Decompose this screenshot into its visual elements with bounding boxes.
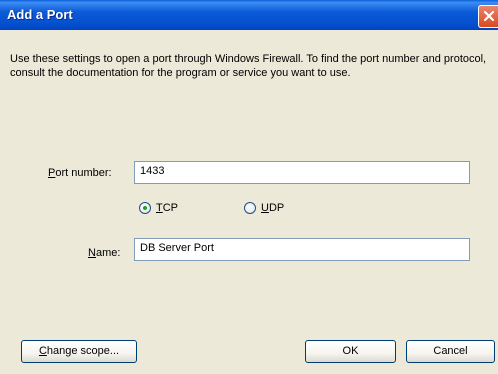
close-icon bbox=[483, 10, 495, 22]
radio-selected-dot bbox=[143, 206, 147, 210]
add-port-dialog: Add a Port Use these settings to open a … bbox=[0, 0, 498, 374]
ok-button[interactable]: OK bbox=[305, 340, 396, 363]
port-number-label: Port number: bbox=[48, 167, 112, 179]
title-bar[interactable]: Add a Port bbox=[0, 0, 498, 30]
tcp-label: TCP bbox=[156, 202, 179, 214]
udp-radio[interactable]: UDP bbox=[244, 202, 284, 214]
change-scope-button[interactable]: Change scope... bbox=[21, 340, 137, 363]
name-input[interactable]: DB Server Port bbox=[134, 238, 470, 261]
tcp-radio-button[interactable] bbox=[139, 202, 151, 214]
dialog-title: Add a Port bbox=[7, 7, 73, 22]
port-number-input[interactable]: 1433 bbox=[134, 161, 470, 184]
name-label: Name: bbox=[88, 247, 121, 259]
udp-radio-button[interactable] bbox=[244, 202, 256, 214]
cancel-button[interactable]: Cancel bbox=[406, 340, 495, 363]
udp-label: UDP bbox=[261, 202, 285, 214]
close-button[interactable] bbox=[478, 5, 498, 28]
tcp-radio[interactable]: TCP bbox=[139, 202, 178, 214]
dialog-description: Use these settings to open a port throug… bbox=[10, 53, 487, 79]
